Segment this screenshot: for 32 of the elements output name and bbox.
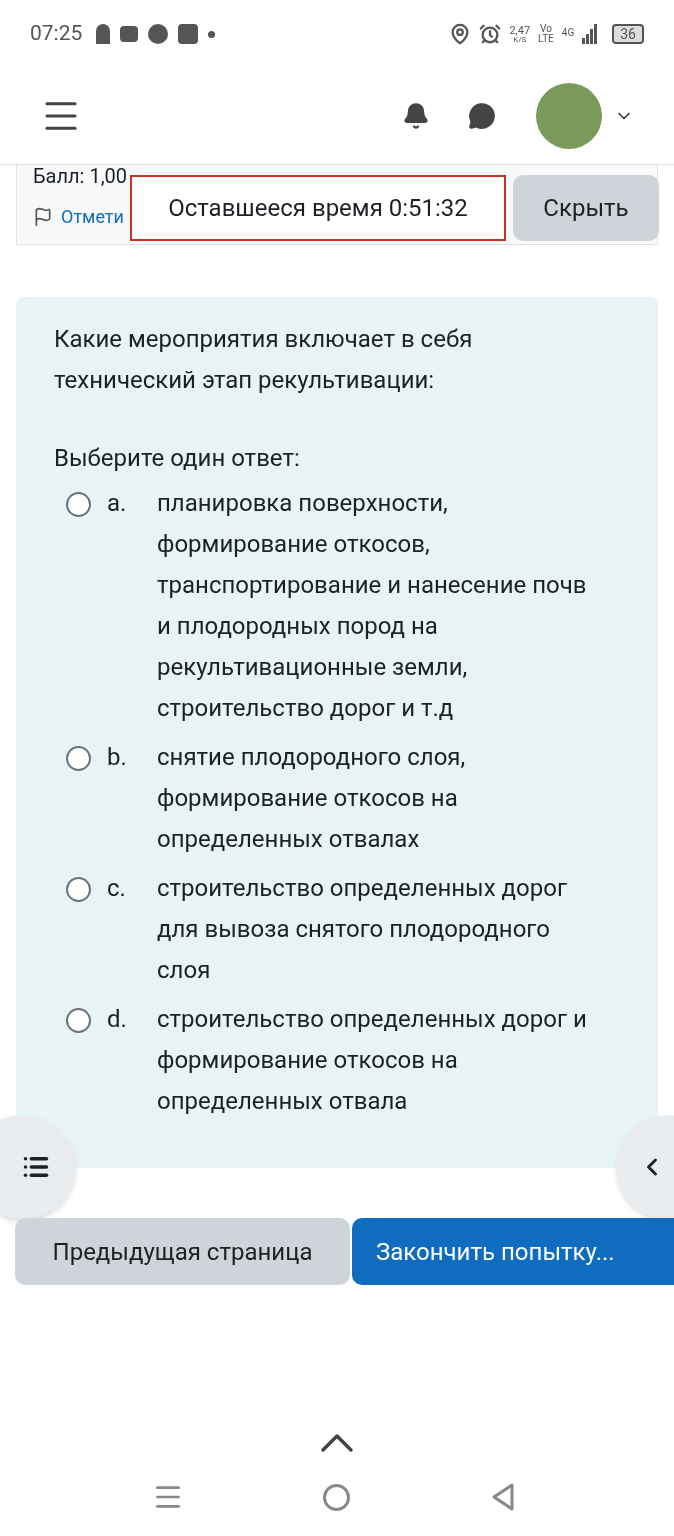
finish-attempt-button[interactable]: Закончить попытку... xyxy=(352,1218,674,1285)
drawer-toggle-button[interactable] xyxy=(0,1115,76,1219)
option-letter: c. xyxy=(107,873,127,904)
flag-icon[interactable] xyxy=(33,206,53,227)
radio-button[interactable] xyxy=(66,1008,91,1033)
alarm-icon xyxy=(479,23,502,45)
timer-display: Оставшееся время 0:51:32 xyxy=(130,175,506,241)
signal-icon xyxy=(582,24,599,44)
messages-icon[interactable] xyxy=(468,102,496,130)
radio-button[interactable] xyxy=(66,492,91,517)
option-letter: a. xyxy=(107,488,128,519)
net-speed: 2,47 xyxy=(509,24,531,36)
network-type: 4G xyxy=(561,26,575,40)
flag-question-link[interactable]: Отмети xyxy=(61,203,124,230)
home-icon[interactable] xyxy=(323,1484,350,1511)
option-text[interactable]: строительство определенных дорог и формирование откосов на определенных отвала xyxy=(157,999,596,1122)
status-time: 07:25 xyxy=(30,20,83,48)
battery-indicator: 36 xyxy=(612,24,644,44)
score-text: Балл: 1,00 xyxy=(33,165,128,188)
answer-prompt: Выберите один ответ: xyxy=(54,443,301,474)
option-letter: d. xyxy=(107,1004,128,1035)
notification-bell-icon[interactable] xyxy=(402,102,430,130)
hide-timer-button[interactable]: Скрыть xyxy=(513,175,659,241)
question-text: Какие мероприятия включает в себя технический этап рекультивации: xyxy=(54,324,474,396)
previous-page-button[interactable]: Предыдущая страница xyxy=(15,1218,350,1285)
radio-button[interactable] xyxy=(66,877,91,902)
option-letter: b. xyxy=(107,742,128,773)
net-unit: K/S xyxy=(513,35,527,44)
radio-button[interactable] xyxy=(66,746,91,771)
volte-label: Vo xyxy=(540,24,552,34)
back-icon[interactable] xyxy=(490,1482,516,1512)
lte-label: LTE xyxy=(538,34,554,44)
